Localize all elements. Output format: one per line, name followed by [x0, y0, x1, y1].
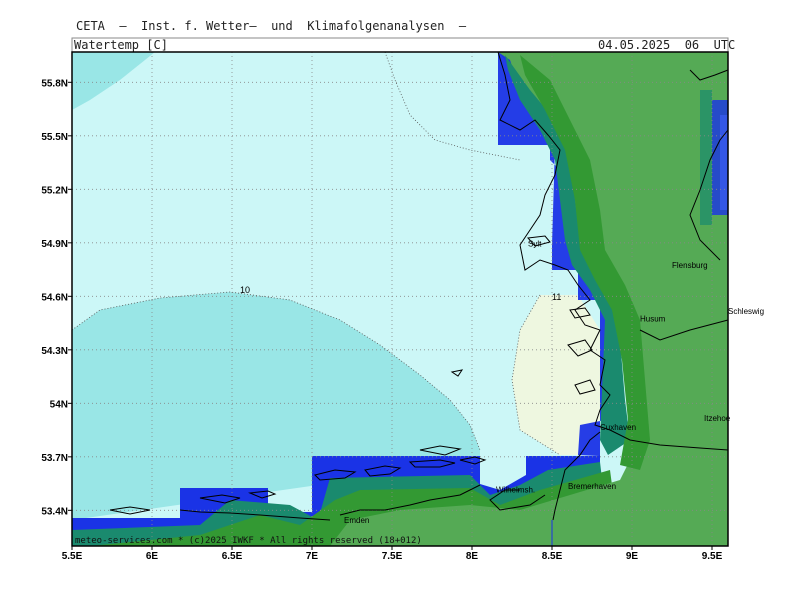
baltic-teal [700, 90, 712, 225]
city-label: Itzehoe [704, 414, 731, 423]
contour-label: 11 [552, 292, 561, 302]
map: Flensburg Schleswig Husum Itzehoe Cuxhaven Br… [41, 37, 764, 562]
y-tick-label: 55.5N [41, 132, 68, 143]
y-tick-label: 53.7N [41, 453, 68, 464]
x-tick-label: 9.5E [702, 551, 723, 562]
x-tick-label: 7E [306, 551, 319, 562]
y-tick-label: 55.2N [41, 185, 68, 196]
city-label: Husum [640, 314, 666, 323]
x-tick-label: 6E [146, 551, 159, 562]
x-tick-label: 8E [466, 551, 479, 562]
y-tick-label: 53.4N [41, 506, 68, 517]
y-tick-label: 55.8N [41, 78, 68, 89]
y-tick-label: 54.3N [41, 346, 68, 357]
city-label: Sylt [528, 239, 542, 248]
y-tick-label: 54.6N [41, 292, 68, 303]
x-tick-label: 8.5E [542, 551, 563, 562]
footer-text: meteo-services.com * (c)2025 IWKF * All … [75, 536, 422, 546]
city-label: Schleswig [728, 307, 764, 316]
x-tick-label: 7.5E [382, 551, 403, 562]
city-label: Wilhelmsh. [496, 485, 535, 494]
header-frame [71, 37, 729, 53]
city-label: Emden [344, 516, 369, 525]
x-tick-label: 9E [626, 551, 639, 562]
y-tick-label: 54.9N [41, 239, 68, 250]
x-tick-label: 6.5E [222, 551, 243, 562]
contour-label: 10 [240, 285, 250, 295]
city-label: Flensburg [672, 261, 708, 270]
city-label: Bremerhaven [568, 482, 616, 491]
baltic-blue [712, 100, 728, 215]
x-tick-label: 5.5E [62, 551, 83, 562]
city-label: Cuxhaven [600, 423, 636, 432]
y-tick-label: 54N [50, 399, 68, 410]
